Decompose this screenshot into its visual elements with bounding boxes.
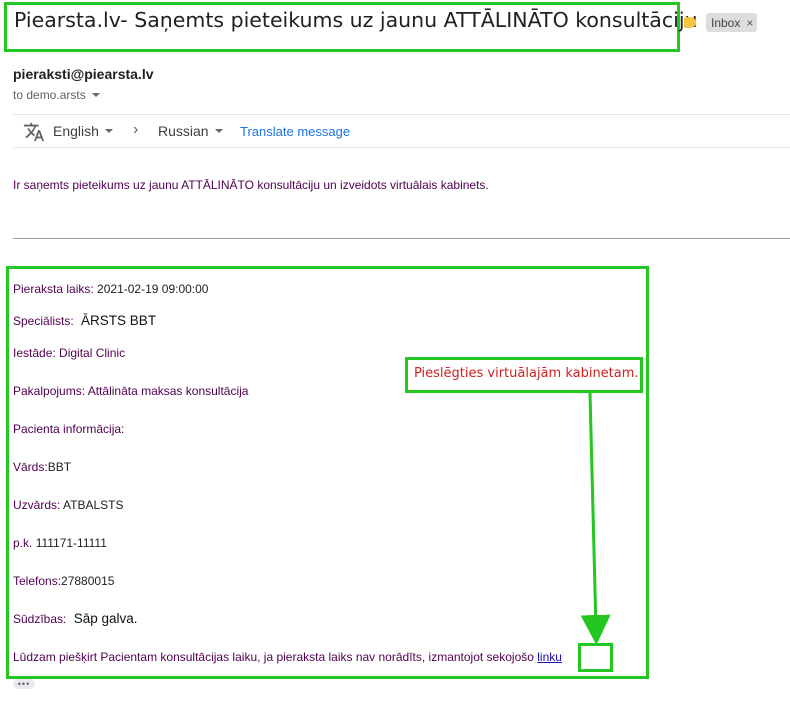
more-icon[interactable]: •••: [13, 679, 35, 689]
annotation-arrow: [580, 392, 611, 645]
arrow-line: [580, 392, 611, 645]
